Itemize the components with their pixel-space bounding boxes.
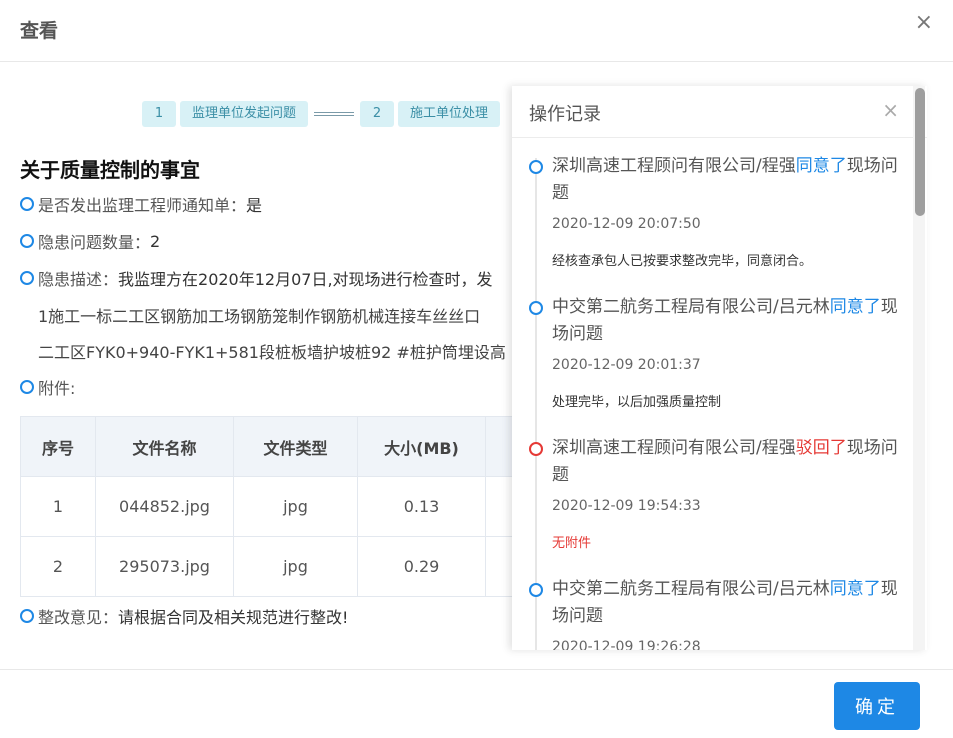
cell-index: 1: [20, 476, 96, 537]
field-notice: 是否发出监理工程师通知单： 是: [20, 192, 262, 216]
log-comment: 无附件: [552, 536, 592, 551]
log-entry-text: 深圳高速工程顾问有限公司/程强驳回了现场问题: [552, 435, 902, 489]
view-dialog: 查看 × 1 监理单位发起问题 2 施工单位处理 关于质量控制的事宜 是否发出监…: [0, 0, 953, 738]
table-row: 1 044852.jpg jpg 0.13: [20, 476, 546, 537]
dialog-header: 查看 ×: [0, 0, 953, 62]
log-entry-text: 中交第二航务工程局有限公司/吕元林同意了现场问题: [552, 294, 902, 348]
step-connector: [314, 112, 355, 116]
circle-bullet-icon: [20, 234, 34, 248]
log-scrollbar-thumb[interactable]: [915, 88, 925, 216]
cell-size: 0.29: [357, 536, 486, 597]
cell-filetype: jpg: [233, 536, 358, 597]
col-index-header: 序号: [20, 416, 96, 477]
timeline-dot-icon: [529, 583, 543, 597]
description-line-1: 我监理方在2020年12月07日,对现场进行检查时，发: [118, 270, 493, 289]
log-time: 2020-12-09 20:07:50: [552, 216, 701, 232]
process-steps: 1 监理单位发起问题 2 施工单位处理: [142, 101, 501, 127]
circle-bullet-icon: [20, 271, 34, 285]
log-action: 同意了: [829, 297, 881, 317]
circle-bullet-icon: [20, 609, 34, 623]
log-title: 操作记录: [529, 104, 601, 125]
notice-label: 是否发出监理工程师通知单：: [38, 196, 247, 215]
attachments-label: 附件:: [38, 379, 76, 398]
log-header: 操作记录 ×: [512, 86, 927, 138]
operation-log-panel: 操作记录 × 深圳高速工程顾问有限公司/程强同意了现场问题 2020-12-09…: [512, 86, 927, 650]
log-actor: 中交第二航务工程局有限公司/吕元林: [552, 579, 830, 599]
cell-filename[interactable]: 295073.jpg: [95, 536, 234, 597]
attachments-table: 序号 文件名称 文件类型 大小(MB) 1 044852.jpg jpg 0.1…: [20, 416, 546, 597]
log-entry-text: 中交第二航务工程局有限公司/吕元林同意了现场问题: [552, 576, 902, 630]
timeline-dot-icon: [529, 301, 543, 315]
log-close-icon[interactable]: ×: [882, 98, 899, 122]
timeline-line: [535, 158, 537, 650]
log-action: 驳回了: [795, 438, 847, 458]
field-count: 隐患问题数量： 2: [20, 229, 160, 253]
col-filetype-header: 文件类型: [233, 416, 358, 477]
issue-title: 关于质量控制的事宜: [20, 158, 200, 182]
dialog-title: 查看: [20, 20, 59, 42]
confirm-button[interactable]: 确定: [834, 682, 920, 730]
log-comment: 处理完毕，以后加强质量控制: [552, 395, 722, 410]
timeline-dot-icon: [529, 442, 543, 456]
step-1-number: 1: [142, 101, 176, 127]
cell-filename[interactable]: 044852.jpg: [95, 476, 234, 537]
log-action: 同意了: [829, 579, 881, 599]
dialog-footer: 确定: [0, 669, 953, 738]
step-1-label: 监理单位发起问题: [180, 101, 309, 127]
circle-bullet-icon: [20, 380, 34, 394]
notice-value: 是: [246, 196, 263, 215]
close-icon[interactable]: ×: [915, 10, 933, 35]
log-time: 2020-12-09 20:01:37: [552, 357, 701, 373]
description-line-3: 二工区FYK0+940-FYK1+581段桩板墙护坡桩92 #桩护筒埋设高: [38, 343, 506, 362]
count-label: 隐患问题数量：: [38, 233, 151, 252]
log-comment: 经核查承包人已按要求整改完毕，同意闭合。: [552, 254, 813, 269]
description-label: 隐患描述：: [38, 270, 119, 289]
field-attachments: 附件:: [20, 375, 75, 399]
cell-size: 0.13: [357, 476, 486, 537]
log-action: 同意了: [795, 156, 847, 176]
opinion-label: 整改意见：: [38, 608, 119, 627]
circle-bullet-icon: [20, 197, 34, 211]
description-line-2: 1施工一标二工区钢筋加工场钢筋笼制作钢筋机械连接车丝丝口: [38, 307, 481, 326]
field-opinion: 整改意见： 请根据合同及相关规范进行整改!: [20, 604, 348, 628]
opinion-value: 请根据合同及相关规范进行整改!: [118, 608, 349, 627]
log-entry-text: 深圳高速工程顾问有限公司/程强同意了现场问题: [552, 153, 902, 207]
log-time: 2020-12-09 19:26:28: [552, 639, 701, 650]
step-2-label: 施工单位处理: [398, 101, 501, 127]
field-description: 隐患描述： 我监理方在2020年12月07日,对现场进行检查时，发: [20, 266, 493, 290]
col-size-header: 大小(MB): [357, 416, 486, 477]
cell-index: 2: [20, 536, 96, 597]
count-value: 2: [150, 231, 161, 251]
log-actor: 深圳高速工程顾问有限公司/程强: [552, 438, 796, 458]
log-actor: 深圳高速工程顾问有限公司/程强: [552, 156, 796, 176]
table-header-row: 序号 文件名称 文件类型 大小(MB): [20, 416, 546, 477]
table-row: 2 295073.jpg jpg 0.29: [20, 536, 546, 597]
step-2-number: 2: [360, 101, 395, 127]
log-actor: 中交第二航务工程局有限公司/吕元林: [552, 297, 830, 317]
log-time: 2020-12-09 19:54:33: [552, 498, 701, 514]
timeline-dot-icon: [529, 160, 543, 174]
cell-filetype: jpg: [233, 476, 358, 537]
col-filename-header: 文件名称: [95, 416, 234, 477]
